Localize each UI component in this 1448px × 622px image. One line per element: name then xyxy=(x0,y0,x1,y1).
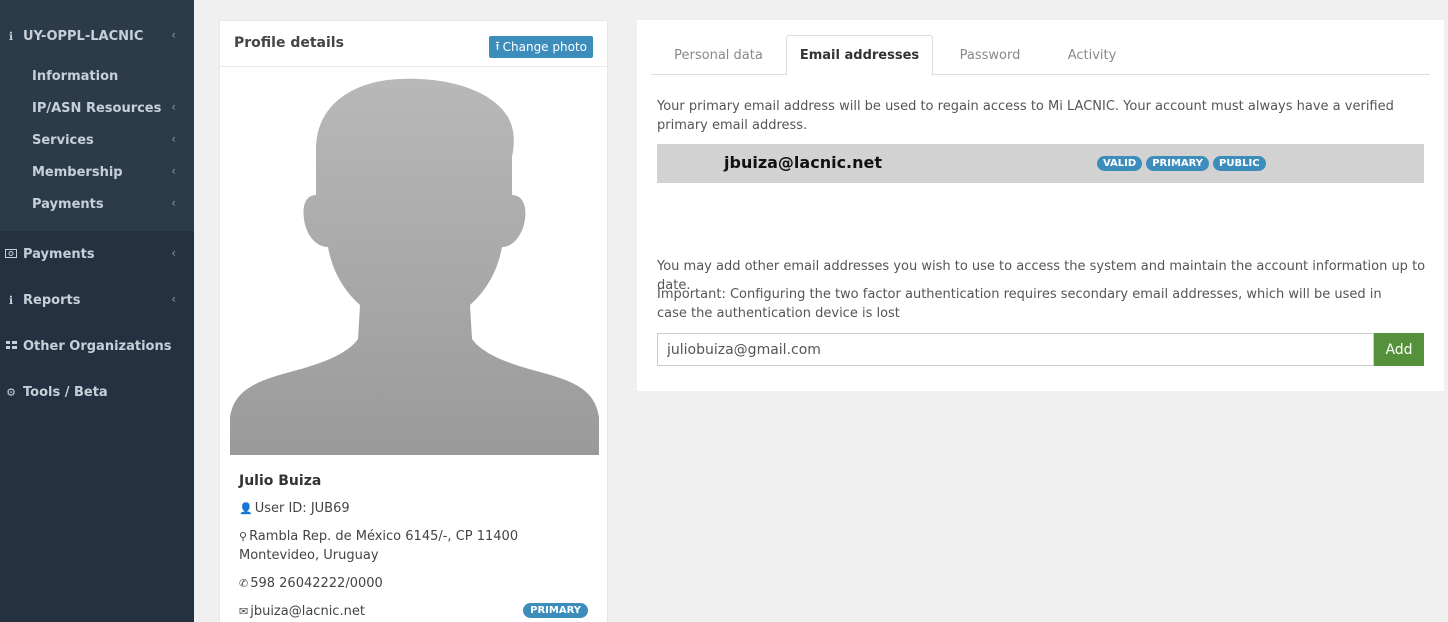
valid-badge: VALID xyxy=(1097,156,1143,171)
sidebar-org-header[interactable]: ℹ UY-OPPL-LACNIC ‹ xyxy=(0,22,194,50)
public-badge: PUBLIC xyxy=(1213,156,1266,171)
grid-icon xyxy=(4,340,18,353)
email-panel: Personal data Email addresses Password A… xyxy=(637,20,1444,391)
sidebar-item-tools-beta[interactable]: ⚙ Tools / Beta xyxy=(0,378,194,406)
change-photo-label: Change photo xyxy=(502,40,587,54)
info-icon: ℹ xyxy=(8,29,14,43)
sidebar-item-label: Other Organizations xyxy=(23,338,172,354)
upload-icon: ⭱ xyxy=(495,38,500,53)
sidebar-item-label: Services xyxy=(32,132,94,148)
sidebar-item-org-payments[interactable]: Payments ‹ xyxy=(0,190,194,218)
sidebar-item-label: Payments xyxy=(32,196,104,212)
two-factor-note: Important: Configuring the two factor au… xyxy=(657,287,1382,321)
chevron-left-icon: ‹ xyxy=(171,132,176,146)
sidebar-item-label: IP/ASN Resources xyxy=(32,100,162,116)
info-icon: ℹ xyxy=(8,293,14,307)
map-marker-icon: ⚲ xyxy=(239,530,248,543)
sidebar-item-label: Payments xyxy=(23,246,95,262)
add-email-button[interactable]: Add xyxy=(1374,333,1424,366)
tab-password[interactable]: Password xyxy=(933,35,1047,75)
sidebar-item-reports[interactable]: ℹ Reports ‹ xyxy=(0,286,194,314)
sidebar-item-label: Information xyxy=(32,68,119,84)
email-intro-text: Your primary email address will be used … xyxy=(657,99,1394,133)
avatar xyxy=(230,78,599,455)
profile-user-id-text: User ID: JUB69 xyxy=(254,501,350,516)
sidebar-item-payments[interactable]: Payments ‹ xyxy=(0,240,194,268)
profile-panel: Profile details ⭱ Change photo Julio Bui… xyxy=(219,20,608,622)
tab-activity[interactable]: Activity xyxy=(1047,35,1137,75)
profile-phone: ✆ 598 26042222/0000 xyxy=(239,574,589,593)
status-badge: PRIMARY xyxy=(523,603,588,618)
sidebar-item-ip-asn-resources[interactable]: IP/ASN Resources ‹ xyxy=(0,94,194,122)
gears-icon: ⚙ xyxy=(6,385,16,399)
primary-badge: PRIMARY xyxy=(1146,156,1210,171)
add-email-input[interactable] xyxy=(657,333,1374,366)
sidebar-item-membership[interactable]: Membership ‹ xyxy=(0,158,194,186)
sidebar-item-label: Tools / Beta xyxy=(23,384,108,400)
email-badges: VALID PRIMARY PUBLIC xyxy=(1097,156,1266,171)
profile-name: Julio Buiza xyxy=(239,473,322,489)
primary-email-row: jbuiza@lacnic.net VALID PRIMARY PUBLIC xyxy=(657,144,1424,183)
profile-email-text: jbuiza@lacnic.net xyxy=(250,604,365,619)
chevron-left-icon: ‹ xyxy=(171,28,176,42)
chevron-left-icon: ‹ xyxy=(171,196,176,210)
sidebar: ℹ UY-OPPL-LACNIC ‹ Information IP/ASN Re… xyxy=(0,0,194,622)
sidebar-item-information[interactable]: Information xyxy=(0,62,194,90)
chevron-left-icon: ‹ xyxy=(171,292,176,306)
profile-address-text: Rambla Rep. de México 6145/-, CP 11400 M… xyxy=(239,529,519,563)
chevron-left-icon: ‹ xyxy=(171,100,176,114)
profile-address: ⚲ Rambla Rep. de México 6145/-, CP 11400 … xyxy=(239,527,589,565)
profile-header: Profile details ⭱ Change photo xyxy=(220,21,607,67)
sidebar-item-label: Membership xyxy=(32,164,123,180)
tab-bar: Personal data Email addresses Password A… xyxy=(651,35,1430,76)
chevron-left-icon: ‹ xyxy=(171,164,176,178)
profile-title: Profile details xyxy=(234,35,344,51)
tab-email-addresses[interactable]: Email addresses xyxy=(786,35,933,76)
envelope-icon: ✉ xyxy=(239,605,249,618)
chevron-left-icon: ‹ xyxy=(171,246,176,260)
sidebar-org-label: UY-OPPL-LACNIC xyxy=(23,28,144,44)
phone-icon: ✆ xyxy=(239,577,249,590)
profile-phone-text: 598 26042222/0000 xyxy=(250,576,383,591)
tab-personal-data[interactable]: Personal data xyxy=(651,35,786,75)
change-photo-button[interactable]: ⭱ Change photo xyxy=(489,36,593,58)
sidebar-item-label: Reports xyxy=(23,292,81,308)
sidebar-item-other-organizations[interactable]: Other Organizations xyxy=(0,332,194,360)
sidebar-item-services[interactable]: Services ‹ xyxy=(0,126,194,154)
profile-user-id: 👤 User ID: JUB69 xyxy=(239,499,589,518)
user-icon: 👤 xyxy=(239,502,253,515)
money-icon xyxy=(4,248,18,261)
primary-email-address: jbuiza@lacnic.net xyxy=(724,153,883,172)
